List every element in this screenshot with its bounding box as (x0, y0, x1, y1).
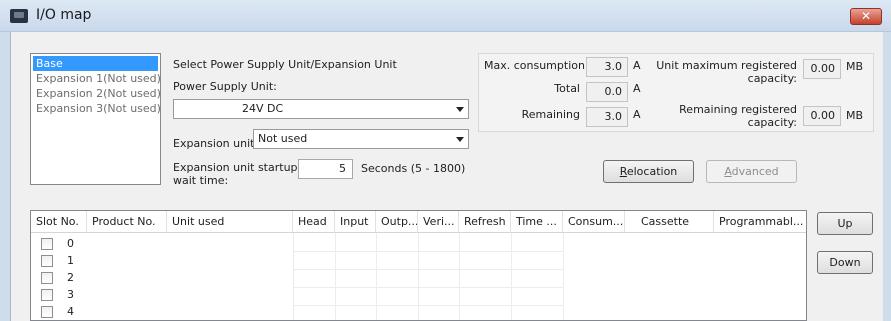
column-divider (511, 233, 512, 320)
startup-wait-label-line2: wait time: (173, 174, 229, 187)
remaining-label: Remaining (521, 108, 580, 121)
app-icon (10, 9, 28, 23)
column-header-cassette[interactable]: Cassette (625, 211, 714, 233)
title-bar: I/O map ✕ (0, 0, 891, 32)
slot-number: 4 (67, 305, 74, 318)
row-divider (293, 269, 563, 270)
remaining-capacity-label: Remaining registered (679, 103, 797, 116)
slot-number: 3 (67, 288, 74, 301)
max-consumption-value: 3.0 (586, 57, 628, 77)
column-divider (335, 233, 336, 320)
max-consumption-unit: A (633, 59, 641, 72)
unit-select-heading: Select Power Supply Unit/Expansion Unit (173, 58, 397, 71)
slot-number: 2 (67, 271, 74, 284)
slot-number: 1 (67, 254, 74, 267)
column-divider (563, 233, 564, 320)
remaining-capacity-value: 0.00 (803, 106, 841, 126)
list-item-expansion-3[interactable]: Expansion 3(Not used) (33, 101, 161, 116)
expansion-unit-select[interactable]: Not used (253, 129, 469, 149)
column-divider (418, 233, 419, 320)
column-header-time[interactable]: Time ... (511, 211, 563, 233)
list-item-expansion-1[interactable]: Expansion 1(Not used) (33, 71, 161, 86)
slot-checkbox[interactable] (41, 306, 53, 318)
remaining-capacity-label-line2: capacity: (747, 116, 797, 129)
relocation-button[interactable]: Relocation (603, 160, 694, 183)
advanced-button[interactable]: Advanced (706, 160, 797, 183)
column-header-output[interactable]: Outp... (376, 211, 418, 233)
column-divider (459, 233, 460, 320)
row-divider (293, 287, 563, 288)
expansion-unit-value: Not used (258, 132, 308, 145)
unit-max-capacity-unit: MB (846, 60, 864, 73)
column-header-verify[interactable]: Veri... (418, 211, 459, 233)
expansion-unit-label: Expansion unit: (173, 137, 259, 150)
column-header-product-no[interactable]: Product No. (87, 211, 167, 233)
unit-max-capacity-value: 0.00 (803, 59, 841, 79)
startup-wait-label: Expansion unit startup (173, 161, 298, 174)
window-title: I/O map (36, 7, 92, 23)
unit-max-capacity-label-line2: capacity: (747, 72, 797, 85)
unit-max-capacity-label: Unit maximum registered (656, 59, 797, 72)
chevron-down-icon (456, 137, 464, 142)
slot-checkbox[interactable] (41, 255, 53, 267)
column-header-unit-used[interactable]: Unit used (167, 211, 293, 233)
slot-number: 0 (67, 237, 74, 250)
row-divider (293, 251, 563, 252)
column-header-programmable[interactable]: Programmabl... (714, 211, 806, 233)
slot-checkbox[interactable] (41, 238, 53, 250)
column-header-input[interactable]: Input (335, 211, 376, 233)
total-value: 0.0 (586, 82, 628, 102)
max-consumption-label: Max. consumption (484, 59, 585, 72)
column-header-head[interactable]: Head (293, 211, 335, 233)
list-item-base[interactable]: Base (33, 56, 158, 71)
up-button[interactable]: Up (817, 212, 873, 235)
chevron-down-icon (456, 107, 464, 112)
list-item-expansion-2[interactable]: Expansion 2(Not used) (33, 86, 161, 101)
slot-checkbox[interactable] (41, 272, 53, 284)
slot-checkbox[interactable] (41, 289, 53, 301)
expansion-list[interactable]: Base Expansion 1(Not used) Expansion 2(N… (30, 53, 161, 185)
remaining-unit: A (633, 108, 641, 121)
power-supply-value: 24V DC (242, 102, 284, 115)
remaining-capacity-unit: MB (846, 109, 864, 122)
down-button[interactable]: Down (817, 251, 873, 274)
remaining-value: 3.0 (586, 107, 628, 127)
power-supply-select[interactable]: 24V DC (173, 99, 469, 119)
slot-table[interactable]: Slot No. Product No. Unit used Head Inpu… (30, 210, 807, 321)
close-button[interactable]: ✕ (850, 8, 882, 25)
power-supply-label: Power Supply Unit: (173, 80, 277, 93)
startup-wait-input[interactable]: 5 (298, 159, 353, 179)
total-unit: A (633, 82, 641, 95)
column-header-consumption[interactable]: Consum... (563, 211, 625, 233)
column-header-refresh[interactable]: Refresh (459, 211, 511, 233)
column-header-slot-no[interactable]: Slot No. (31, 211, 87, 233)
window-frame (0, 32, 10, 321)
close-icon: ✕ (860, 9, 872, 23)
column-divider (376, 233, 377, 320)
total-label: Total (554, 82, 580, 95)
column-divider (293, 233, 294, 320)
row-divider (293, 305, 563, 306)
startup-wait-unit: Seconds (5 - 1800) (361, 162, 466, 175)
